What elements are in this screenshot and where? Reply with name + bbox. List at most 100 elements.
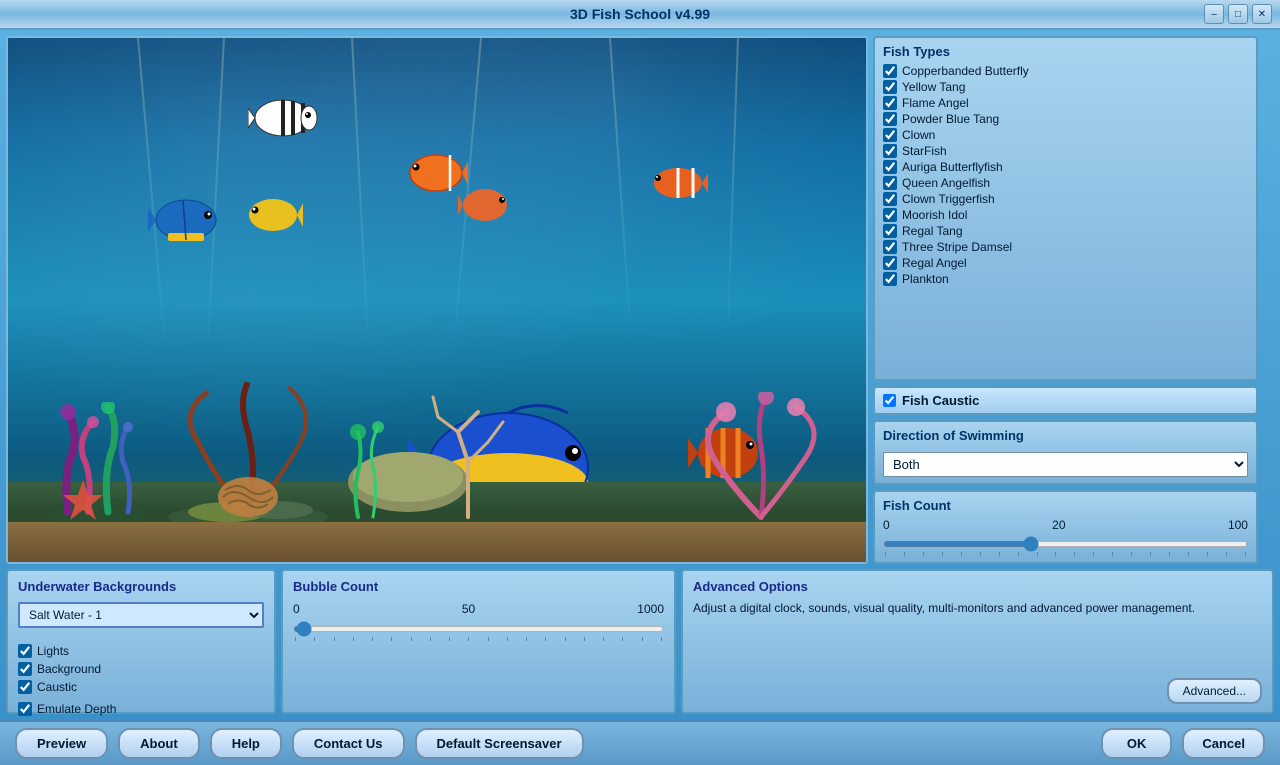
bubble-mid: 50 (462, 602, 475, 616)
background-checkbox[interactable] (18, 662, 32, 676)
fish-list-item: Copperbanded Butterfly (883, 64, 1248, 78)
tick (942, 552, 943, 556)
emulate-depth-checkbox[interactable] (18, 702, 32, 716)
fish-mid-left (458, 183, 513, 228)
tick (584, 637, 585, 641)
fish-caustic-label: Fish Caustic (902, 393, 979, 408)
minimize-button[interactable]: – (1204, 4, 1224, 24)
fish-label: Clown Triggerfish (902, 192, 995, 206)
top-section: Fish Types Copperbanded Butterfly Yellow… (6, 36, 1274, 564)
fish-checkbox[interactable] (883, 192, 897, 206)
bubble-count-slider[interactable] (293, 626, 664, 632)
tick (980, 552, 981, 556)
background-checkbox-row: Background (18, 662, 101, 676)
tick (334, 637, 335, 641)
fish-checkbox[interactable] (883, 112, 897, 126)
fish-list-item: Regal Tang (883, 224, 1248, 238)
fish-label: Queen Angelfish (902, 176, 990, 190)
main-container: Fish Types Copperbanded Butterfly Yellow… (0, 30, 1280, 720)
fish-checkbox[interactable] (883, 144, 897, 158)
fish-checkbox[interactable] (883, 256, 897, 270)
footer: Preview About Help Contact Us Default Sc… (0, 720, 1280, 765)
fish-caustic-checkbox[interactable] (883, 394, 896, 407)
fish-list-item: Auriga Butterflyfish (883, 160, 1248, 174)
fish-count-slider[interactable] (883, 541, 1248, 547)
fish-checkbox[interactable] (883, 80, 897, 94)
fish-list-item: Clown Triggerfish (883, 192, 1248, 206)
close-button[interactable]: ✕ (1252, 4, 1272, 24)
tick (314, 637, 315, 641)
coral-center (318, 362, 538, 522)
fish-label: Flame Angel (902, 96, 969, 110)
fish-checkbox[interactable] (883, 240, 897, 254)
fish-list-item: Powder Blue Tang (883, 112, 1248, 126)
fish-types-title: Fish Types (883, 44, 1248, 59)
tick (468, 637, 469, 641)
ok-button[interactable]: OK (1101, 728, 1173, 759)
cancel-button[interactable]: Cancel (1182, 728, 1265, 759)
fish-label: Regal Angel (902, 256, 967, 270)
tick (507, 637, 508, 641)
tick (661, 637, 662, 641)
fish-checkbox[interactable] (883, 176, 897, 190)
fish-label: Three Stripe Damsel (902, 240, 1012, 254)
tick (1018, 552, 1019, 556)
background-label: Background (37, 662, 101, 676)
coral-right (686, 392, 836, 522)
bubble-count-labels: 0 50 1000 (293, 602, 664, 616)
tick (1093, 552, 1094, 556)
about-button[interactable]: About (118, 728, 200, 759)
tick (565, 637, 566, 641)
fish-list-item: Moorish Idol (883, 208, 1248, 222)
sand-layer (8, 522, 866, 562)
fish-checkbox[interactable] (883, 160, 897, 174)
tick (603, 637, 604, 641)
tick (961, 552, 962, 556)
fish-count-mid: 20 (1052, 518, 1065, 532)
help-button[interactable]: Help (210, 728, 282, 759)
direction-select[interactable]: Both Left to Right Right to Left (883, 452, 1248, 477)
default-screensaver-button[interactable]: Default Screensaver (415, 728, 584, 759)
fish-label: Regal Tang (902, 224, 963, 238)
fish-count-title: Fish Count (883, 498, 1248, 513)
preview-button[interactable]: Preview (15, 728, 108, 759)
emulate-depth-row: Emulate Depth (18, 702, 264, 716)
fish-checkbox[interactable] (883, 224, 897, 238)
bubble-ticks (293, 637, 664, 641)
background-select[interactable]: Salt Water - 1 Salt Water - 2 Fresh Wate… (18, 602, 264, 628)
title-bar: 3D Fish School v4.99 – □ ✕ (0, 0, 1280, 30)
tick (1150, 552, 1151, 556)
emulate-depth-label: Emulate Depth (37, 702, 116, 716)
fish-checkbox[interactable] (883, 272, 897, 286)
fish-checkbox[interactable] (883, 96, 897, 110)
fish-checkbox[interactable] (883, 208, 897, 222)
fish-label: Yellow Tang (902, 80, 965, 94)
fish-count-section: Fish Count 0 20 100 (873, 490, 1258, 564)
bubble-count-panel: Bubble Count 0 50 1000 (281, 569, 676, 714)
tick (353, 637, 354, 641)
tick (923, 552, 924, 556)
tick (622, 637, 623, 641)
fish-label: Plankton (902, 272, 949, 286)
fish-count-labels: 0 20 100 (883, 518, 1248, 532)
tick (1037, 552, 1038, 556)
tick (1074, 552, 1075, 556)
fish-checkbox[interactable] (883, 128, 897, 142)
tick (430, 637, 431, 641)
caustic-checkbox[interactable] (18, 680, 32, 694)
tick (904, 552, 905, 556)
contact-us-button[interactable]: Contact Us (292, 728, 405, 759)
footer-right-buttons: OK Cancel (1101, 728, 1265, 759)
fish-label: Copperbanded Butterfly (902, 64, 1029, 78)
tick (545, 637, 546, 641)
advanced-button[interactable]: Advanced... (1167, 678, 1262, 704)
fish-checkbox[interactable] (883, 64, 897, 78)
tick (1112, 552, 1113, 556)
lights-checkbox[interactable] (18, 644, 32, 658)
fish-label: Clown (902, 128, 935, 142)
underwater-bg-title: Underwater Backgrounds (18, 579, 264, 594)
fish-clownfish (648, 163, 708, 203)
maximize-button[interactable]: □ (1228, 4, 1248, 24)
tick (1188, 552, 1189, 556)
direction-section: Direction of Swimming Both Left to Right… (873, 420, 1258, 485)
